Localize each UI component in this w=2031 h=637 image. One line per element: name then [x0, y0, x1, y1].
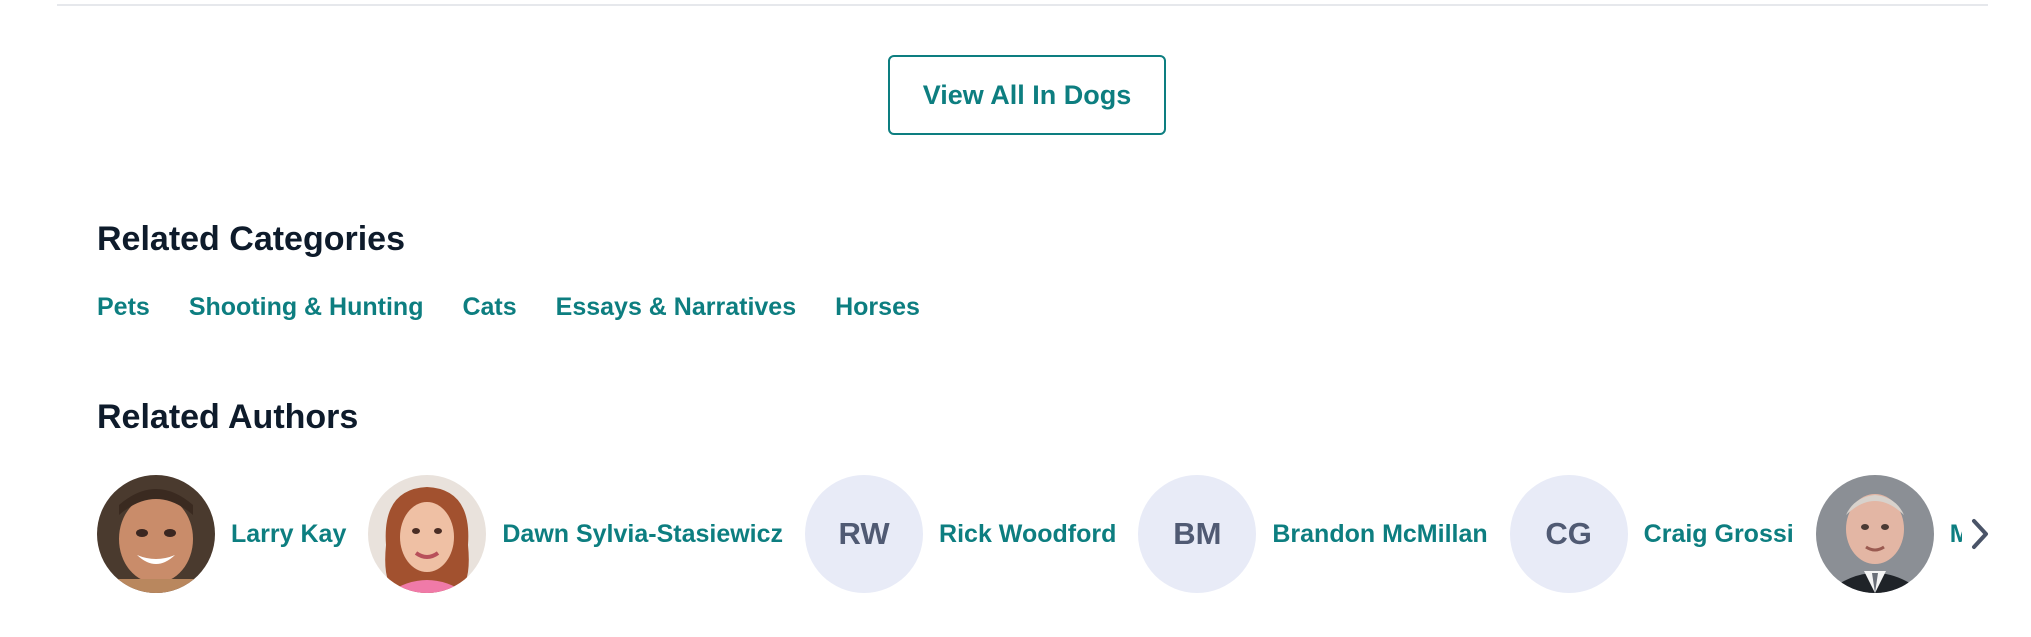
related-authors-carousel: Larry Kay Dawn Sylvia-Stasiewicz RW Rick… [97, 474, 1963, 594]
author-avatar-initials: CG [1509, 475, 1628, 593]
related-authors-row: Larry Kay Dawn Sylvia-Stasiewicz RW Rick… [97, 474, 1963, 594]
category-link-essays-narratives[interactable]: Essays & Narratives [556, 293, 796, 322]
related-categories-heading: Related Categories [97, 220, 405, 258]
author-dawn-sylvia-stasiewicz[interactable]: Dawn Sylvia-Stasiewicz [368, 474, 783, 594]
category-link-pets[interactable]: Pets [97, 293, 150, 322]
author-brandon-mcmillan[interactable]: BM Brandon McMillan [1138, 474, 1488, 594]
author-name[interactable]: Brandon McMillan [1272, 520, 1487, 549]
author-michae[interactable]: Michae [1815, 474, 1963, 594]
related-categories-list: Pets Shooting & Hunting Cats Essays & Na… [97, 293, 920, 322]
author-rick-woodford[interactable]: RW Rick Woodford [805, 474, 1116, 594]
chevron-right-icon [1972, 519, 1988, 549]
author-avatar-photo [1815, 475, 1934, 593]
author-name[interactable]: Craig Grossi [1644, 520, 1794, 549]
category-link-horses[interactable]: Horses [835, 293, 920, 322]
author-larry-kay[interactable]: Larry Kay [97, 474, 346, 594]
author-avatar-photo [368, 475, 487, 593]
related-content-page: View All In Dogs Related Categories Pets… [0, 0, 2031, 637]
author-name[interactable]: Michae [1950, 520, 1963, 549]
author-avatar-initials: RW [805, 475, 924, 593]
author-name[interactable]: Dawn Sylvia-Stasiewicz [502, 520, 783, 549]
author-name[interactable]: Rick Woodford [939, 520, 1116, 549]
author-avatar-initials: BM [1138, 475, 1257, 593]
top-divider [57, 4, 1988, 6]
related-authors-heading: Related Authors [97, 398, 359, 436]
category-link-shooting-hunting[interactable]: Shooting & Hunting [189, 293, 424, 322]
author-name[interactable]: Larry Kay [231, 520, 346, 549]
author-craig-grossi[interactable]: CG Craig Grossi [1509, 474, 1794, 594]
view-all-in-dogs-button[interactable]: View All In Dogs [888, 55, 1166, 135]
category-link-cats[interactable]: Cats [462, 293, 516, 322]
carousel-next-button[interactable] [1962, 514, 1998, 554]
author-avatar-photo [97, 475, 215, 593]
